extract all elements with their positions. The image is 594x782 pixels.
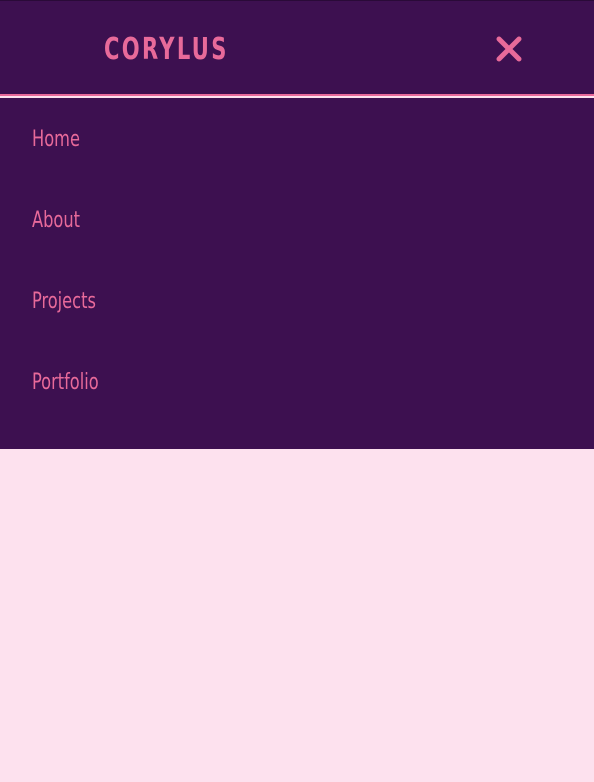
page-content-area xyxy=(0,449,594,782)
nav-item-portfolio[interactable]: Portfolio xyxy=(32,363,99,403)
site-header: CORYLUS xyxy=(0,0,594,96)
close-menu-button[interactable] xyxy=(494,34,524,64)
nav-item-projects[interactable]: Projects xyxy=(32,282,96,322)
close-icon xyxy=(496,36,522,62)
nav-item-home[interactable]: Home xyxy=(32,120,80,160)
nav-menu: Home About Projects Portfolio xyxy=(0,98,594,449)
nav-item-about[interactable]: About xyxy=(32,201,80,241)
brand-logo-text[interactable]: CORYLUS xyxy=(104,32,229,68)
